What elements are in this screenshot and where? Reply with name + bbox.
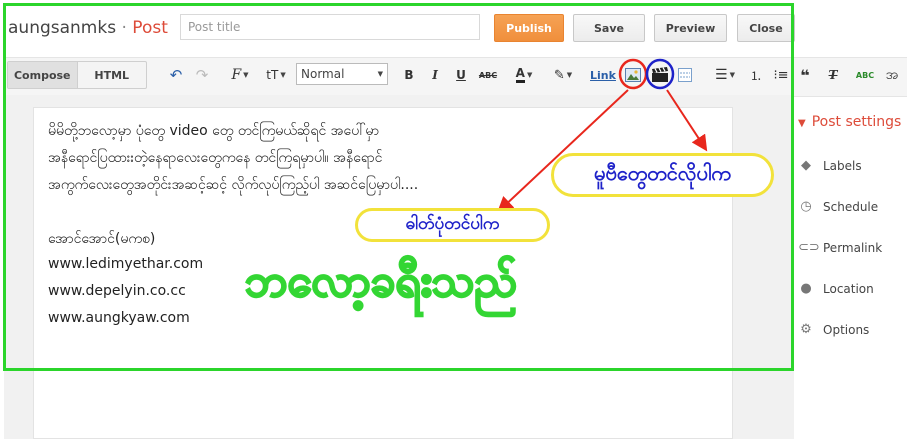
watermark-text: ဘလော့ခရီးသည် — [244, 255, 518, 308]
arrow-to-video-label — [666, 89, 708, 152]
video-highlight-circle — [645, 58, 675, 90]
video-annotation-label: မူဗီတွေတင်လိုပါက — [551, 153, 774, 197]
photo-annotation-label: ဓါတ်ပုံတင်ပါက — [355, 208, 550, 242]
image-highlight-circle — [618, 58, 648, 90]
